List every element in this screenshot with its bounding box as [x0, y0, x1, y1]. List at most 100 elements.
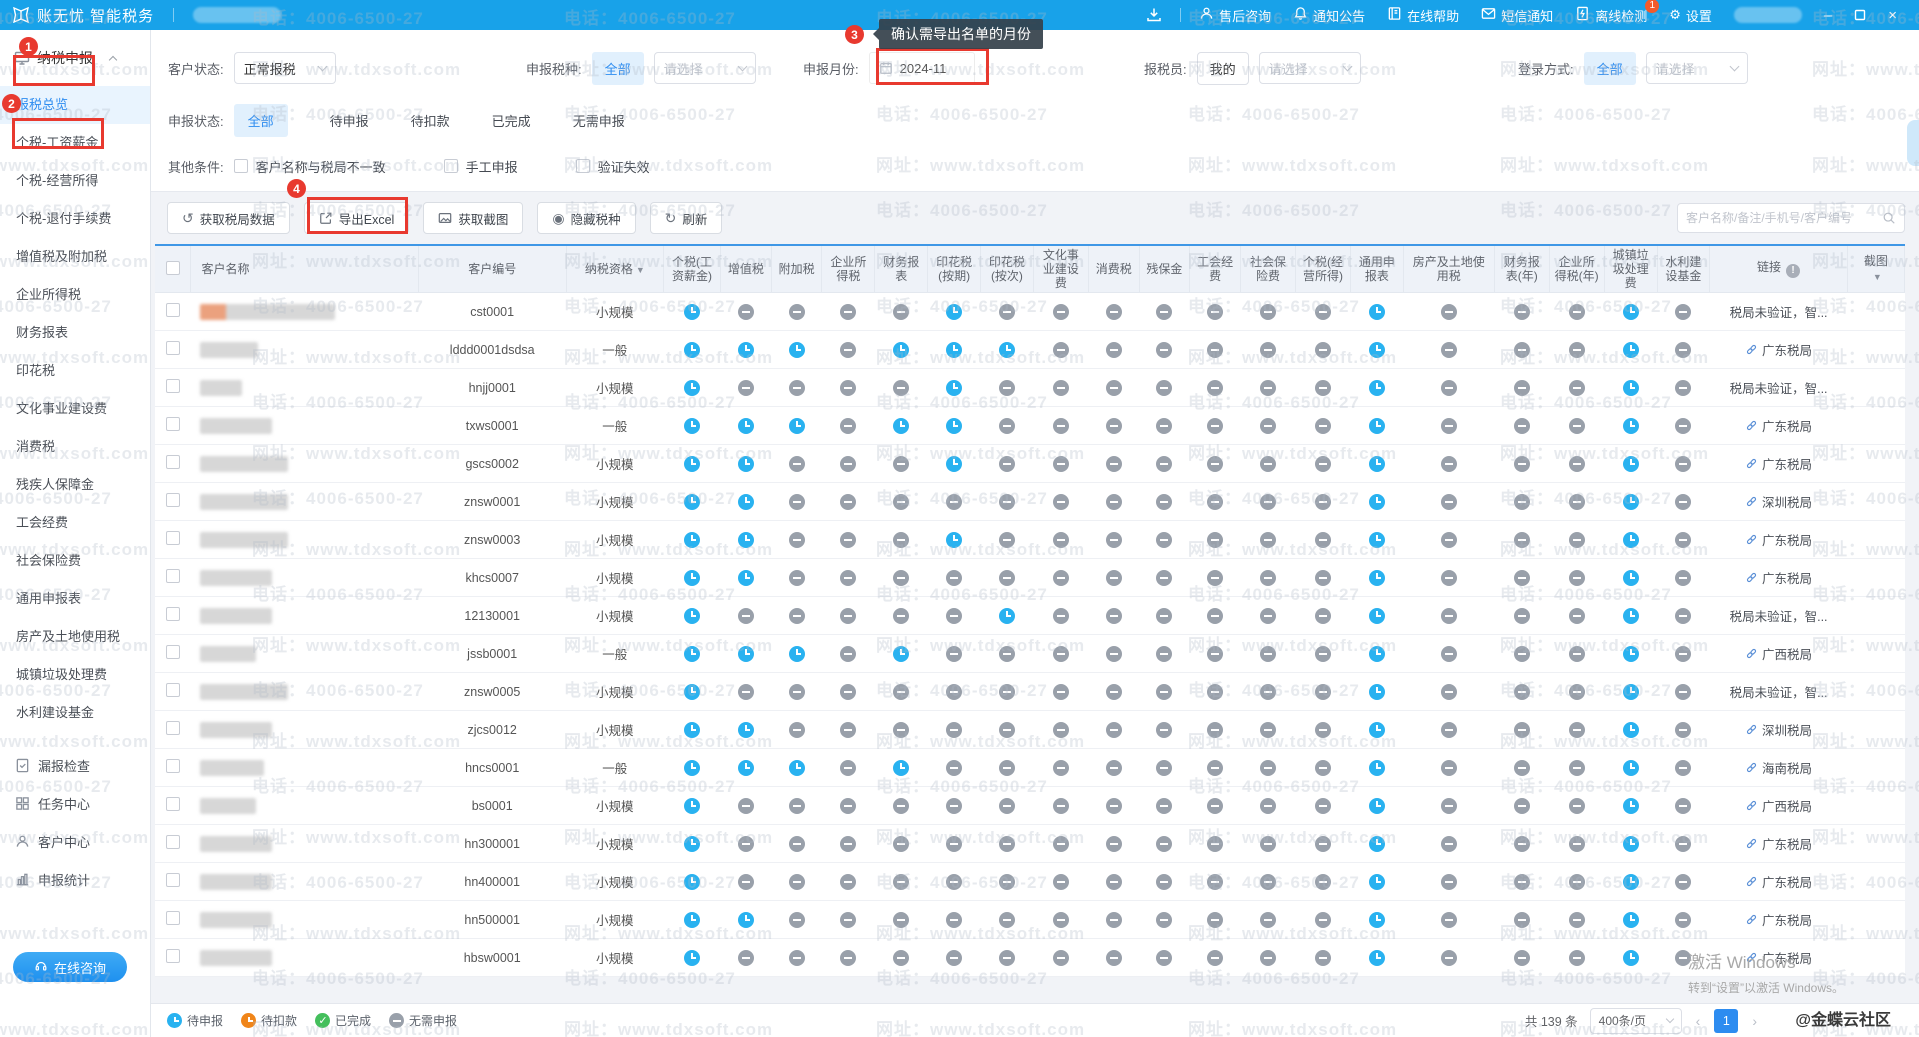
column-header-纳税资格[interactable]: 纳税资格▼: [566, 245, 663, 293]
row-checkbox[interactable]: [166, 721, 180, 735]
bureau-link[interactable]: 广东税局: [1745, 340, 1812, 359]
row-checkbox[interactable]: [166, 493, 180, 507]
topnav-book[interactable]: 在线帮助: [1387, 6, 1459, 25]
bureau-link[interactable]: 广东税局: [1745, 454, 1812, 473]
bureau-link[interactable]: 广东税局: [1745, 872, 1812, 891]
bureau-link[interactable]: 广西税局: [1745, 644, 1812, 663]
prev-page-button[interactable]: ‹: [1694, 1013, 1703, 1029]
row-checkbox[interactable]: [166, 417, 180, 431]
sidebar-item-印花税[interactable]: 印花税: [0, 352, 150, 390]
page-number[interactable]: 1: [1714, 1009, 1738, 1033]
toolbar-button-隐藏税种[interactable]: ◉隐藏税种: [537, 202, 635, 234]
sidebar-item-房产及土地使用税[interactable]: 房产及土地使用税: [0, 618, 150, 656]
sidebar-item-财务报表[interactable]: 财务报表: [0, 314, 150, 352]
declare-status-chip-待申报[interactable]: 待申报: [330, 111, 369, 130]
row-checkbox[interactable]: [166, 455, 180, 469]
toolbar-button-获取截图[interactable]: 获取截图: [423, 202, 523, 234]
declare-status-chip-待扣款[interactable]: 待扣款: [411, 111, 450, 130]
declare-status-chip-无需申报[interactable]: 无需申报: [573, 111, 625, 130]
sidebar-item-企业所得税[interactable]: 企业所得税: [0, 276, 150, 314]
bureau-link[interactable]: 广东税局: [1745, 948, 1812, 967]
row-checkbox[interactable]: [166, 569, 180, 583]
row-checkbox[interactable]: [166, 303, 180, 317]
sidebar-item-报税总览[interactable]: 报税总览: [0, 86, 150, 124]
bureau-link[interactable]: 广东税局: [1745, 910, 1812, 929]
maximize-button[interactable]: [1854, 9, 1866, 21]
toolbar-button-导出Excel[interactable]: 导出Excel: [304, 202, 410, 234]
checkbox[interactable]: [576, 159, 590, 173]
panel-expand-tab[interactable]: [1907, 120, 1919, 166]
tax-type-select[interactable]: 请选择: [654, 52, 756, 84]
tax-agent-select[interactable]: 请选择: [1259, 52, 1361, 84]
row-checkbox[interactable]: [166, 911, 180, 925]
info-icon[interactable]: !: [1786, 264, 1800, 278]
sidebar-item-个税-退付手续费[interactable]: 个税-退付手续费: [0, 200, 150, 238]
row-checkbox[interactable]: [166, 949, 180, 963]
declare-month-picker[interactable]: 2024-11: [869, 52, 975, 84]
sidebar-item-通用申报表[interactable]: 通用申报表: [0, 580, 150, 618]
topnav-headset[interactable]: 售后咨询: [1199, 6, 1271, 25]
sidebar-item-文化事业建设费[interactable]: 文化事业建设费: [0, 390, 150, 428]
topnav-gear[interactable]: ⚙设置: [1669, 6, 1712, 25]
tax-type-all-chip[interactable]: 全部: [592, 52, 644, 85]
row-checkbox[interactable]: [166, 797, 180, 811]
sidebar-tool-漏报检查[interactable]: 漏报检查: [0, 746, 150, 784]
page-size-select[interactable]: 400条/页: [1590, 1008, 1682, 1034]
row-checkbox[interactable]: [166, 873, 180, 887]
column-header-截图[interactable]: 截图▼: [1847, 245, 1904, 293]
topnav-bell[interactable]: 通知公告: [1293, 6, 1365, 25]
sidebar-item-水利建设基金[interactable]: 水利建设基金: [0, 694, 150, 732]
screenshot-filter-caret-icon[interactable]: ▼: [1854, 270, 1901, 284]
bureau-link[interactable]: 广东税局: [1745, 530, 1812, 549]
checkbox[interactable]: [234, 159, 248, 173]
row-checkbox[interactable]: [166, 683, 180, 697]
checkbox[interactable]: [444, 159, 458, 173]
sidebar-tool-任务中心[interactable]: 任务中心: [0, 784, 150, 822]
row-checkbox[interactable]: [166, 607, 180, 621]
sidebar-item-城镇垃圾处理费[interactable]: 城镇垃圾处理费: [0, 656, 150, 694]
login-type-select[interactable]: 请选择: [1646, 52, 1748, 84]
declare-status-chip-已完成[interactable]: 已完成: [492, 111, 531, 130]
toolbar-button-刷新[interactable]: ↻刷新: [650, 202, 723, 234]
row-checkbox[interactable]: [166, 759, 180, 773]
customer-status-select[interactable]: 正常报税: [234, 52, 336, 84]
row-checkbox[interactable]: [166, 531, 180, 545]
row-checkbox[interactable]: [166, 645, 180, 659]
next-page-button[interactable]: ›: [1750, 1013, 1759, 1029]
toolbar-button-获取税局数据[interactable]: ↺获取税局数据: [167, 202, 290, 234]
sidebar-tool-申报统计[interactable]: 申报统计: [0, 860, 150, 898]
tax-agent-mine-chip[interactable]: 我的: [1197, 52, 1249, 85]
close-button[interactable]: ×: [1888, 8, 1897, 23]
sidebar-item-增值税及附加税[interactable]: 增值税及附加税: [0, 238, 150, 276]
search-icon[interactable]: [1882, 211, 1896, 225]
bureau-link[interactable]: 海南税局: [1745, 758, 1812, 777]
bureau-link[interactable]: 广东税局: [1745, 568, 1812, 587]
sort-caret-icon[interactable]: ▼: [636, 265, 645, 275]
bureau-link[interactable]: 广东税局: [1745, 416, 1812, 435]
minimize-button[interactable]: –: [1824, 8, 1832, 23]
bureau-link[interactable]: 广西税局: [1745, 796, 1812, 815]
login-type-all-chip[interactable]: 全部: [1584, 52, 1636, 85]
search-input[interactable]: [1686, 211, 1882, 225]
row-checkbox[interactable]: [166, 341, 180, 355]
row-checkbox[interactable]: [166, 835, 180, 849]
row-checkbox[interactable]: [166, 379, 180, 393]
select-all-checkbox[interactable]: [166, 261, 180, 275]
download-icon[interactable]: [1146, 7, 1162, 23]
search-box[interactable]: [1677, 203, 1905, 233]
topnav-mail[interactable]: 短信通知: [1481, 6, 1553, 25]
sidebar-item-个税-经营所得[interactable]: 个税-经营所得: [0, 162, 150, 200]
sidebar-tool-客户中心[interactable]: 客户中心: [0, 822, 150, 860]
sidebar-item-工会经费[interactable]: 工会经费: [0, 504, 150, 542]
sidebar-item-个税-工资薪金[interactable]: 个税-工资薪金: [0, 124, 150, 162]
bureau-link[interactable]: 深圳税局: [1745, 720, 1812, 739]
sidebar-item-消费税[interactable]: 消费税: [0, 428, 150, 466]
status-skip-icon: [1053, 570, 1069, 586]
bureau-link[interactable]: 广东税局: [1745, 834, 1812, 853]
sidebar-item-社会保险费[interactable]: 社会保险费: [0, 542, 150, 580]
sidebar-item-残疾人保障金[interactable]: 残疾人保障金: [0, 466, 150, 504]
declare-status-chip-全部[interactable]: 全部: [234, 104, 288, 137]
online-consult-button[interactable]: 在线咨询: [13, 952, 127, 982]
bureau-link[interactable]: 深圳税局: [1745, 492, 1812, 511]
topnav-offline[interactable]: 离线检测1: [1575, 6, 1647, 25]
